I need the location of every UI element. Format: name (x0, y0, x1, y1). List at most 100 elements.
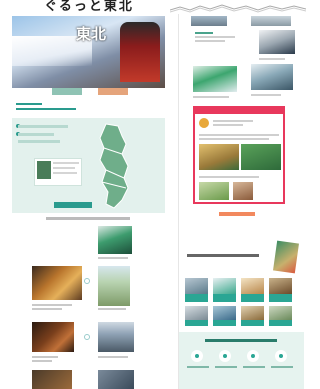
map-promo-card[interactable] (34, 158, 82, 186)
social-feed-header (195, 108, 283, 114)
spot-thumbnail[interactable] (191, 16, 227, 26)
footer-link-label[interactable] (271, 366, 293, 368)
spot-thumbnail[interactable] (193, 66, 237, 92)
tile-label (213, 294, 236, 302)
spot-caption (32, 308, 62, 310)
card-text (251, 94, 281, 96)
tile-photo (241, 278, 264, 294)
info-tile[interactable] (269, 306, 292, 328)
map-more-button[interactable] (54, 202, 92, 208)
hero-dancer-figure (120, 22, 160, 82)
more-posts-button[interactable] (219, 212, 255, 216)
info-tile[interactable] (241, 306, 264, 328)
intro-block (16, 102, 161, 114)
feed-photo[interactable] (199, 182, 229, 200)
card-text (193, 96, 229, 98)
tile-label (185, 320, 208, 326)
footer-links-section (179, 332, 304, 389)
spot-thumbnail[interactable] (251, 16, 291, 26)
promo-line (53, 172, 77, 174)
hero-tab-1[interactable] (52, 88, 82, 95)
spot-caption (98, 257, 128, 259)
tile-label (269, 320, 292, 326)
spot-thumbnail[interactable] (98, 266, 130, 306)
info-tile[interactable] (213, 278, 236, 304)
tile-photo (213, 306, 236, 320)
footer-link-icon[interactable] (247, 350, 259, 362)
spot-thumbnail[interactable] (32, 266, 82, 300)
tile-photo (269, 306, 292, 320)
footer-link-icon[interactable] (275, 350, 287, 362)
spot-thumbnail[interactable] (251, 64, 293, 90)
section-title-text (46, 217, 130, 220)
map-text-line (18, 133, 54, 136)
hero-title: 東北 (76, 25, 107, 43)
spot-thumbnail[interactable] (259, 30, 295, 54)
avatar (199, 118, 209, 128)
tile-label (213, 320, 236, 326)
tile-label (241, 294, 264, 302)
tile-photo (241, 306, 264, 320)
tile-label (185, 294, 208, 302)
feed-text (199, 138, 269, 140)
footer-link-label[interactable] (243, 366, 265, 368)
feed-photo[interactable] (199, 144, 239, 170)
promo-image (37, 161, 51, 179)
footer-link-label[interactable] (215, 366, 237, 368)
hero-banner: 東北 (12, 16, 165, 88)
footer-link-label[interactable] (187, 366, 209, 368)
social-feed-frame (193, 106, 285, 204)
carousel-arrow-button[interactable] (84, 334, 90, 340)
spot-thumbnail[interactable] (32, 370, 72, 389)
spot-caption (32, 356, 58, 358)
card-text (195, 36, 235, 38)
hero-tab-2[interactable] (98, 88, 128, 95)
intro-label-line (16, 103, 42, 105)
card-text (195, 40, 225, 42)
feed-text (213, 124, 243, 126)
footer-title-text (205, 339, 277, 342)
spot-thumbnail[interactable] (98, 322, 134, 352)
footer-link-icon[interactable] (219, 350, 231, 362)
page-title: ぐるっと東北 (44, 0, 134, 14)
map-text-line (18, 125, 68, 128)
torn-edge-decoration (170, 4, 306, 13)
card-title (195, 32, 213, 34)
tohoku-map-card (12, 118, 165, 213)
spot-caption (32, 360, 52, 362)
feed-text (199, 134, 279, 136)
feed-photo[interactable] (241, 144, 281, 170)
tile-label (269, 294, 292, 302)
footer-link-icon[interactable] (191, 350, 203, 362)
tile-photo (185, 278, 208, 294)
feed-text (213, 120, 253, 122)
tile-photo (269, 278, 292, 294)
hero-tabs (40, 88, 140, 96)
info-tile[interactable] (185, 278, 208, 304)
info-tile[interactable] (213, 306, 236, 328)
tile-photo (185, 306, 208, 320)
feed-photo[interactable] (233, 182, 253, 200)
spot-thumbnail[interactable] (98, 226, 132, 254)
guidebook-image[interactable] (273, 240, 299, 274)
left-page-panel: 東北 (12, 16, 165, 389)
card-text (259, 58, 285, 60)
spot-caption (32, 304, 72, 306)
info-tile[interactable] (269, 278, 292, 304)
spot-thumbnail[interactable] (98, 370, 134, 389)
intro-heading-line (16, 108, 76, 110)
right-page-panel (178, 14, 304, 389)
tohoku-map-icon[interactable] (92, 122, 134, 210)
spot-caption (98, 356, 128, 358)
spot-caption (98, 308, 126, 310)
tile-photo (213, 278, 236, 294)
carousel-arrow-button[interactable] (84, 278, 90, 284)
promo-line (53, 162, 79, 164)
spot-thumbnail[interactable] (32, 322, 74, 352)
section-heading-text (187, 254, 259, 257)
feed-text (199, 176, 259, 178)
promo-line (53, 167, 75, 169)
info-tile[interactable] (241, 278, 264, 304)
info-tile[interactable] (185, 306, 208, 328)
map-text-line (18, 140, 60, 143)
